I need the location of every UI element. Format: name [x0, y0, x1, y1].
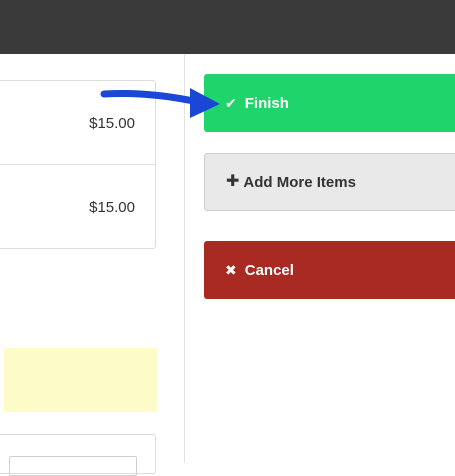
add-more-items-button[interactable]: ✚ Add More Items [204, 153, 455, 211]
form-input[interactable] [9, 456, 137, 476]
add-more-items-button-label: Add More Items [243, 173, 356, 191]
finish-button[interactable]: ✔ Finish [204, 74, 455, 132]
cancel-button[interactable]: ✖ Cancel [204, 241, 455, 299]
annotation-arrow-icon [100, 88, 220, 118]
cancel-button-label: Cancel [244, 261, 294, 279]
finish-button-label: Finish [244, 94, 289, 112]
notice-banner [4, 348, 157, 412]
item-price: $15.00 [89, 199, 135, 216]
form-box [0, 434, 156, 476]
close-icon: ✖ [225, 262, 237, 278]
list-item: $15.00 [0, 165, 155, 249]
top-bar [0, 0, 455, 54]
plus-icon: ✚ [226, 173, 240, 190]
